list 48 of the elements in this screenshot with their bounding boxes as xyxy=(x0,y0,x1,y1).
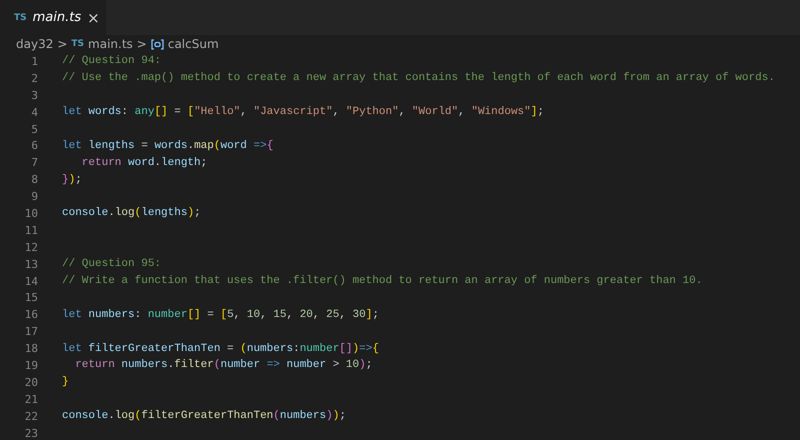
line-number: 13 xyxy=(24,258,38,271)
line-number: 12 xyxy=(24,240,38,254)
line-number: 14 xyxy=(24,274,38,288)
typescript-icon: TS xyxy=(71,39,84,49)
chevron-icon: > xyxy=(57,37,68,51)
line-number: 23 xyxy=(24,426,38,440)
line-number: 16 xyxy=(24,308,38,322)
line-number: 3 xyxy=(30,88,38,102)
line-number: 8 xyxy=(30,173,38,186)
line-number: 22 xyxy=(24,410,38,423)
code-line: let filterGreaterThanTen = (numbers:number[])=>{ xyxy=(62,342,379,355)
breadcrumb-item[interactable]: calcSum xyxy=(168,37,219,51)
code-line: console.log(filterGreaterThanTen(numbers)); xyxy=(62,410,346,422)
code-line: } xyxy=(62,376,69,388)
line-number: 5 xyxy=(30,122,38,136)
line-number: 7 xyxy=(30,156,38,170)
code-line: return numbers.filter(number => number > 10); xyxy=(74,359,372,372)
code-line: // Question 94: xyxy=(62,55,162,68)
code-line: console.log(lengths); xyxy=(62,207,201,220)
line-number: 4 xyxy=(30,106,38,119)
code-line: }); xyxy=(62,174,82,186)
breadcrumb-item[interactable]: main.ts xyxy=(88,37,133,51)
line-number: 11 xyxy=(24,224,38,237)
chevron-icon: > xyxy=(136,37,147,51)
line-number: 18 xyxy=(24,342,38,356)
line-number: 19 xyxy=(24,358,38,372)
line-number: 9 xyxy=(30,190,38,204)
breadcrumb-item[interactable]: day32 xyxy=(16,37,54,51)
code-line: // Write a function that uses the .filter() method to return an array of numbers greater than 10. xyxy=(62,275,702,288)
editor-tab[interactable]: TS main.ts × xyxy=(0,0,106,35)
close-icon[interactable]: × xyxy=(87,8,100,26)
line-number: 21 xyxy=(24,392,38,406)
typescript-icon: TS xyxy=(14,12,27,22)
line-number: 15 xyxy=(24,291,38,304)
variable-icon xyxy=(150,38,164,50)
code-line: // Use the .map() method to create a new array that contains the length of each word from an array of words. xyxy=(62,72,775,84)
code-line: return word.length; xyxy=(80,156,208,169)
tab-label: main.ts xyxy=(32,10,82,25)
line-number: 6 xyxy=(30,139,38,152)
line-number: 20 xyxy=(24,376,38,389)
line-number: 2 xyxy=(30,72,38,85)
code-line: let words: any[] = ["Hello", "Javascript", "Python", "World", "Windows"]; xyxy=(62,106,544,118)
line-number: 17 xyxy=(24,325,38,338)
code-line: // Question 95: xyxy=(62,258,162,270)
code-line: let numbers: number[] = [5, 10, 15, 20, 25, 30]; xyxy=(62,308,379,321)
line-number: 1 xyxy=(30,54,38,68)
line-number: 10 xyxy=(24,206,38,220)
code-line: let lengths = words.map(word =>{ xyxy=(62,140,274,152)
